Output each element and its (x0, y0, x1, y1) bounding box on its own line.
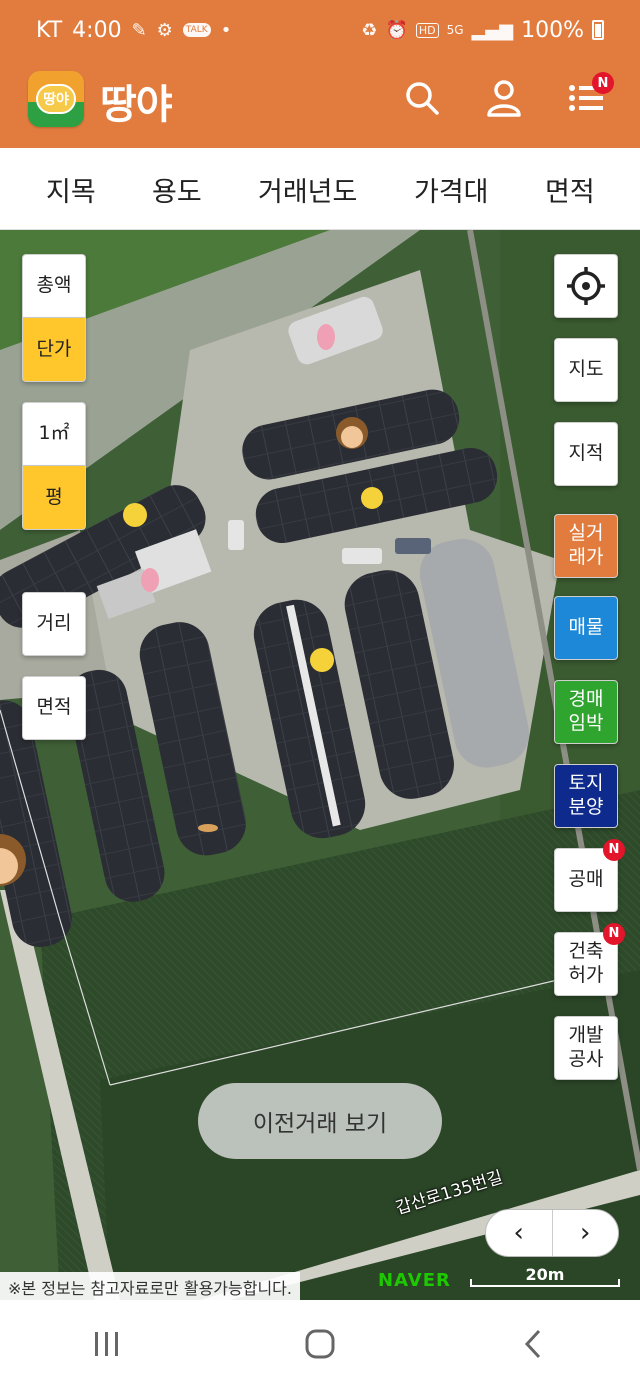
user-icon (487, 80, 521, 117)
signal-icon: ▂▄▆ (471, 19, 514, 41)
map-pager: ‹ › (485, 1209, 619, 1257)
search-icon (406, 82, 439, 115)
app-title: 땅야 (100, 82, 173, 128)
previous-deals-button[interactable]: 이전거래 보기 (198, 1083, 442, 1159)
map-scale-bar (470, 1279, 620, 1287)
system-nav-bar (0, 1300, 640, 1387)
disclaimer-notice: ※본 정보는 참고자료로만 활용가능합니다. (0, 1272, 300, 1302)
recent-apps-button[interactable] (67, 1319, 147, 1369)
hd-icon: HD (415, 22, 439, 38)
development-button[interactable]: 개발 공사 (554, 1016, 618, 1080)
logo-badge-text: 땅야 (36, 84, 76, 114)
auction-button[interactable]: 경매 임박 (554, 680, 618, 744)
pager-next-button[interactable]: › (553, 1210, 619, 1256)
my-location-button[interactable] (554, 254, 618, 318)
actual-price-label-2: 래가 (568, 546, 604, 568)
account-button[interactable] (480, 74, 528, 122)
battery-saver-icon: ♻ (361, 19, 378, 41)
recent-apps-icon (94, 1331, 118, 1356)
menu-new-badge: N (592, 72, 614, 94)
pen-icon: ✎ (131, 19, 147, 41)
actual-price-button[interactable]: 실거 래가 (554, 514, 618, 578)
land-sale-button[interactable]: 토지 분양 (554, 764, 618, 828)
dot-icon: • (220, 19, 232, 41)
carrier-label: KT (36, 17, 63, 43)
home-icon (305, 1329, 335, 1358)
network-5g-icon: 5G (446, 23, 464, 37)
filter-zoning[interactable]: 용도 (152, 170, 202, 209)
app-logo[interactable]: 땅야 (28, 71, 84, 127)
gear-icon: ⚙ (156, 19, 173, 41)
unit-price-toggle[interactable]: 단가 (22, 318, 86, 382)
unit-pyeong-toggle[interactable]: 평 (22, 466, 86, 530)
filter-price-range[interactable]: 가격대 (414, 170, 489, 209)
building-permit-label-2: 허가 (568, 964, 604, 986)
alarm-icon: ⏰ (385, 19, 408, 41)
distance-measure-button[interactable]: 거리 (22, 592, 86, 656)
filter-trade-year[interactable]: 거래년도 (258, 170, 357, 209)
development-label-1: 개발 (568, 1024, 604, 1047)
back-button[interactable] (493, 1319, 573, 1369)
listing-button[interactable]: 매물 (554, 596, 618, 660)
building-permit-button[interactable]: 건축 허가 N (554, 923, 625, 996)
search-button[interactable] (398, 74, 446, 122)
app-top-bar: KT 4:00 ✎ ⚙ TALK • ♻ ⏰ HD 5G ▂▄▆ 100% 땅야… (0, 0, 640, 148)
unit-m2-toggle[interactable]: 1㎡ (22, 402, 86, 466)
filter-land-category[interactable]: 지목 (46, 170, 96, 209)
menu-button[interactable]: N (562, 72, 614, 122)
clock: 4:00 (72, 17, 122, 43)
cadastral-layer-button[interactable]: 지적 (554, 422, 618, 486)
status-bar: KT 4:00 ✎ ⚙ TALK • ♻ ⏰ HD 5G ▂▄▆ 100% (0, 0, 640, 60)
battery-icon (592, 20, 604, 40)
home-button[interactable] (280, 1319, 360, 1369)
pager-prev-button[interactable]: ‹ (486, 1210, 553, 1256)
building-permit-label-1: 건축 (568, 940, 604, 963)
land-sale-label-2: 분양 (568, 796, 604, 818)
map-scale: 20m (470, 1265, 620, 1287)
map-layer-button[interactable]: 지도 (554, 338, 618, 402)
auction-label-1: 경매 (568, 688, 604, 711)
area-measure-button[interactable]: 면적 (22, 676, 86, 740)
total-price-toggle[interactable]: 총액 (22, 254, 86, 318)
back-chevron-icon (525, 1329, 541, 1358)
public-sale-button[interactable]: 공매 N (554, 839, 625, 912)
auction-label-2: 임박 (568, 712, 604, 734)
public-sale-new-badge: N (603, 839, 625, 861)
filter-area[interactable]: 면적 (545, 170, 595, 209)
building-permit-new-badge: N (603, 923, 625, 945)
filter-bar: 지목 용도 거래년도 가격대 면적 (0, 148, 640, 230)
battery-percent: 100% (521, 17, 584, 43)
kakao-talk-icon: TALK (182, 23, 211, 37)
naver-logo: NAVER (378, 1270, 451, 1291)
crosshair-icon (567, 267, 605, 305)
development-label-2: 공사 (568, 1048, 604, 1070)
actual-price-label-1: 실거 (568, 522, 604, 545)
app-header: 땅야 땅야 N (0, 60, 640, 148)
public-sale-label: 공매 (568, 868, 604, 891)
land-sale-label-1: 토지 (568, 772, 604, 795)
